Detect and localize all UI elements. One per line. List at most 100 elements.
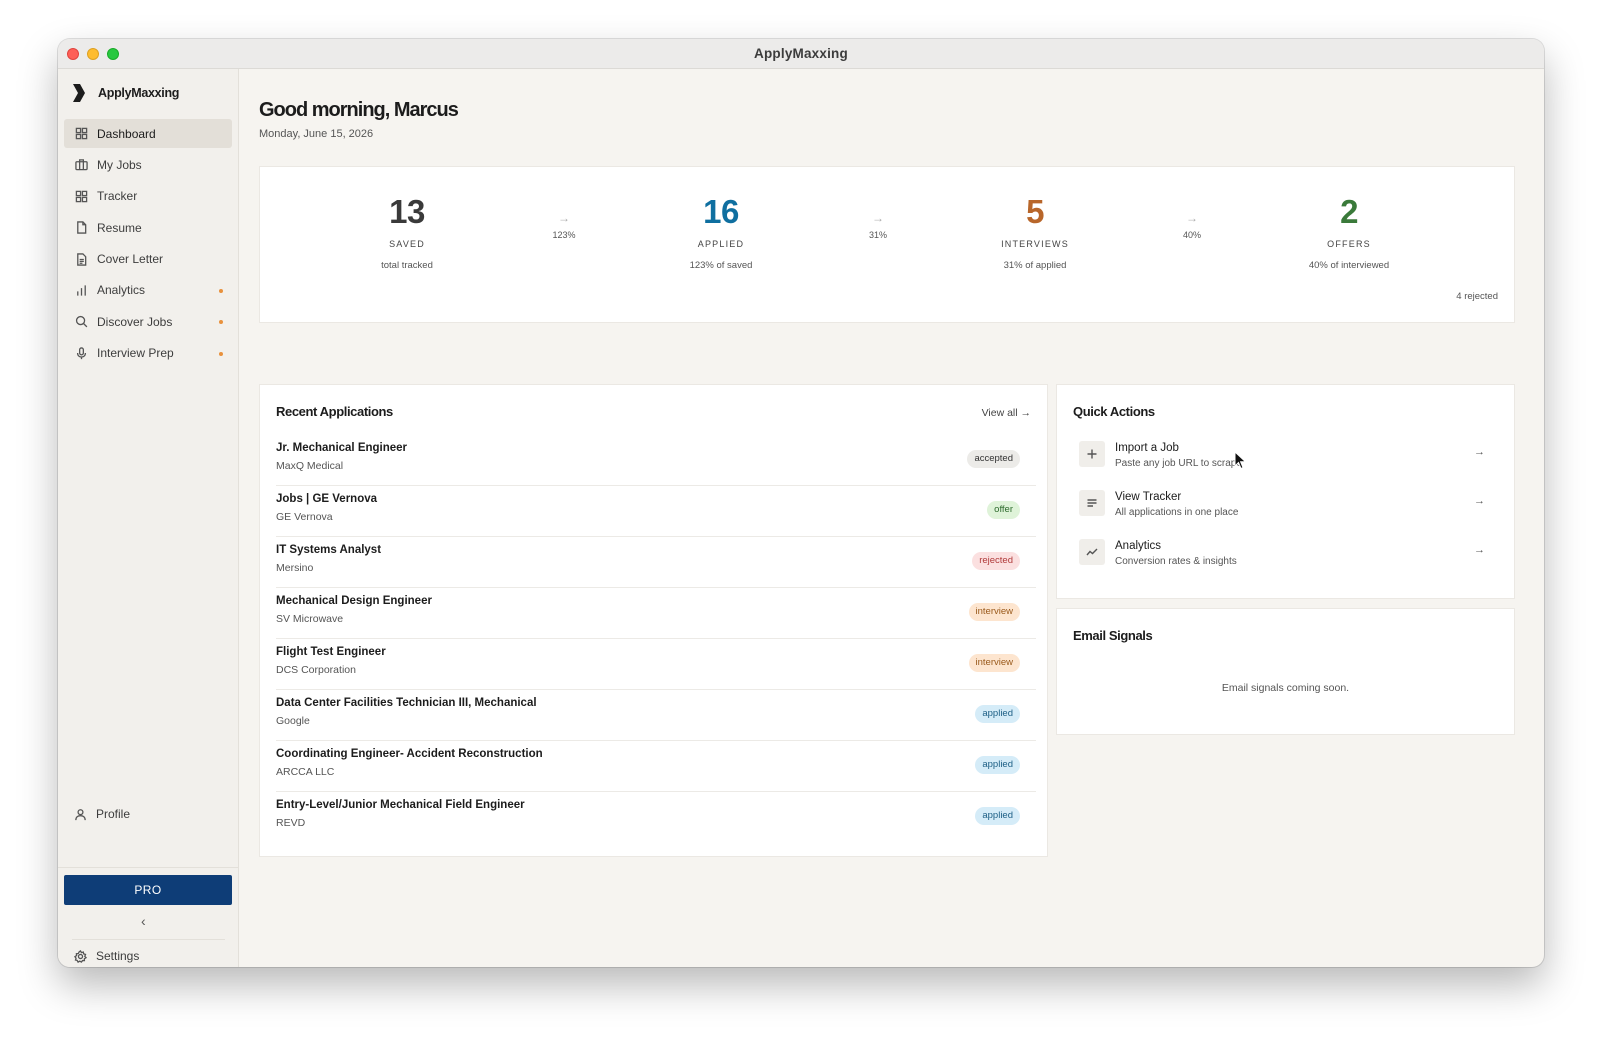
sidebar-item-resume[interactable]: Resume [64, 213, 232, 242]
briefcase-icon [74, 158, 88, 172]
pipeline-stats-card: 13 SAVED total tracked → 123% 16 APPLIED… [259, 166, 1515, 323]
application-row[interactable]: Jr. Mechanical Engineer MaxQ Medical accep… [276, 435, 1036, 486]
arrow-right-icon: → [872, 211, 884, 225]
sidebar-item-label: Interview Prep [97, 346, 174, 361]
job-title: Mechanical Design Engineer [276, 595, 432, 607]
grid-icon [74, 127, 88, 141]
sidebar-item-label: Analytics [97, 283, 146, 298]
profile-label: Profile [96, 807, 131, 821]
application-row[interactable]: IT Systems Analyst Mersino rejected [276, 537, 1036, 588]
pro-button[interactable]: PRO [64, 875, 232, 905]
sidebar-item-label: Tracker [97, 189, 138, 204]
user-icon [75, 808, 86, 820]
stat-offers[interactable]: 2 OFFERS 40% of interviewed [1269, 191, 1429, 271]
stat-label: INTERVIEWS [1001, 239, 1069, 249]
logo-chevron-icon [73, 84, 85, 102]
microphone-icon [74, 346, 88, 360]
company-name: REVD [276, 817, 306, 829]
status-badge: offer [987, 501, 1020, 519]
brand[interactable]: ApplyMaxxing [72, 83, 179, 103]
sidebar-item-label: Cover Letter [97, 252, 164, 267]
bar-chart-icon [74, 283, 88, 297]
grid-icon [74, 189, 88, 203]
minimize-window-button[interactable] [87, 48, 99, 60]
quick-action-import-a-job[interactable]: Import a Job Paste any job URL to scrape → [1073, 435, 1501, 484]
application-row[interactable]: Entry-Level/Junior Mechanical Field Engi… [276, 792, 1036, 843]
application-row[interactable]: Mechanical Design Engineer SV Microwave in… [276, 588, 1036, 639]
sidebar-item-analytics[interactable]: Analytics [64, 276, 232, 305]
quick-action-description: All applications in one place [1115, 507, 1239, 518]
conversion-value: 123% [552, 230, 576, 240]
sidebar-item-dashboard[interactable]: Dashboard [64, 119, 232, 148]
stat-label: SAVED [389, 239, 425, 249]
document-lines-icon [74, 252, 88, 266]
brand-name: ApplyMaxxing [98, 86, 180, 100]
rejected-count: 4 rejected [1456, 291, 1498, 302]
quick-actions-card: Quick Actions Import a Job Paste any job … [1056, 384, 1515, 599]
trend-icon [1079, 539, 1105, 565]
job-title: IT Systems Analyst [276, 544, 382, 556]
sidebar-item-cover-letter[interactable]: Cover Letter [64, 245, 232, 274]
sidebar-item-discover-jobs[interactable]: Discover Jobs [64, 307, 232, 336]
application-row[interactable]: Jobs | GE Vernova GE Vernova offer [276, 486, 1036, 537]
stat-value: 5 [1026, 193, 1044, 230]
quick-action-view-tracker[interactable]: View Tracker All applications in one plac… [1073, 484, 1501, 533]
status-badge: interview [968, 654, 1020, 672]
settings-label: Settings [96, 949, 140, 963]
gear-icon [74, 949, 87, 963]
sidebar-nav: Dashboard My Jobs Tracker Resume Cover Lette… [64, 119, 232, 370]
empty-state-text: Email signals coming soon. [1221, 682, 1350, 694]
company-name: SV Microwave [276, 613, 344, 625]
arrow-right-icon: → [1474, 446, 1485, 458]
quick-action-description: Conversion rates & insights [1115, 556, 1237, 567]
stat-value: 16 [703, 193, 739, 230]
notification-dot [219, 351, 223, 356]
window-controls [67, 48, 119, 60]
application-row[interactable]: Flight Test Engineer DCS Corporation inter… [276, 639, 1036, 690]
sidebar-item-settings[interactable]: Settings [74, 949, 139, 963]
stat-sub: 40% of interviewed [1308, 260, 1390, 271]
stat-value: 13 [389, 193, 425, 230]
sidebar-item-profile[interactable]: Profile [74, 807, 130, 821]
window-title: ApplyMaxxing [754, 46, 848, 61]
sidebar-item-tracker[interactable]: Tracker [64, 182, 232, 211]
title-bar: ApplyMaxxing [58, 39, 1544, 69]
stat-label: APPLIED [697, 239, 745, 249]
conversion-value: 31% [868, 230, 887, 240]
stat-saved[interactable]: 13 SAVED total tracked [327, 191, 487, 271]
list-icon [1079, 490, 1105, 516]
conversion-rate: → 123% [534, 211, 594, 240]
sidebar-item-label: Dashboard [97, 126, 156, 141]
status-badge: accepted [967, 450, 1020, 468]
view-all-link[interactable]: View all → [982, 407, 1031, 419]
card-title: Recent Applications [276, 404, 393, 419]
divider [72, 939, 225, 940]
sidebar-item-my-jobs[interactable]: My Jobs [64, 150, 232, 179]
quick-action-title: View Tracker [1115, 491, 1182, 503]
company-name: Google [276, 715, 310, 727]
close-window-button[interactable] [67, 48, 79, 60]
job-title: Jr. Mechanical Engineer [276, 442, 408, 454]
stat-applied[interactable]: 16 APPLIED 123% of saved [641, 191, 801, 271]
company-name: ARCCA LLC [276, 766, 335, 778]
stat-interviews[interactable]: 5 INTERVIEWS 31% of applied [955, 191, 1115, 271]
app-window: ApplyMaxxing ApplyMaxxing Dashboard My Jo… [58, 39, 1544, 967]
application-row[interactable]: Coordinating Engineer- Accident Reconstr… [276, 741, 1036, 792]
quick-action-title: Analytics [1115, 540, 1162, 552]
card-title: Email Signals [1073, 628, 1153, 643]
status-badge: applied [975, 807, 1020, 825]
job-title: Coordinating Engineer- Accident Reconstr… [276, 748, 543, 760]
main-content: Good morning, Marcus Monday, June 15, 20… [239, 69, 1544, 967]
quick-action-title: Import a Job [1115, 442, 1179, 454]
job-title: Entry-Level/Junior Mechanical Field Engi… [276, 799, 525, 811]
card-title: Quick Actions [1073, 404, 1155, 419]
application-row[interactable]: Data Center Facilities Technician III, M… [276, 690, 1036, 741]
quick-action-analytics[interactable]: Analytics Conversion rates & insights → [1073, 533, 1501, 582]
document-icon [74, 221, 88, 235]
arrow-right-icon: → [1186, 211, 1198, 225]
status-badge: interview [968, 603, 1020, 621]
zoom-window-button[interactable] [107, 48, 119, 60]
notification-dot [219, 288, 223, 293]
sidebar-item-interview-prep[interactable]: Interview Prep [64, 339, 232, 368]
collapse-sidebar-button[interactable]: ‹ [141, 913, 146, 929]
